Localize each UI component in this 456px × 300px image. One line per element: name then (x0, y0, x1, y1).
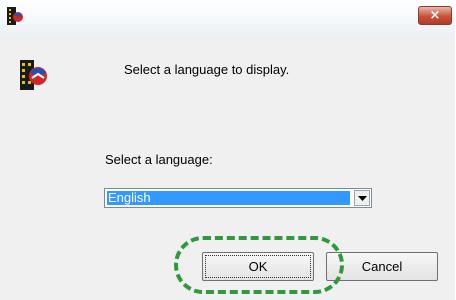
cancel-label: Cancel (361, 259, 403, 274)
title-bar: × (0, 0, 455, 37)
language-label: Select a language: (105, 152, 213, 167)
chevron-down-icon (358, 196, 367, 201)
prompt-text: Select a language to display. (124, 62, 290, 77)
language-select[interactable]: English (104, 188, 372, 208)
language-dialog: × Select a language to display. Select a… (0, 0, 455, 300)
close-button[interactable]: × (418, 6, 452, 25)
annotation-highlight (174, 236, 344, 294)
app-logo-icon (18, 58, 48, 92)
app-logo-icon (6, 6, 24, 26)
dropdown-button[interactable] (354, 190, 370, 206)
close-icon: × (429, 8, 441, 23)
language-select-value: English (107, 191, 350, 205)
